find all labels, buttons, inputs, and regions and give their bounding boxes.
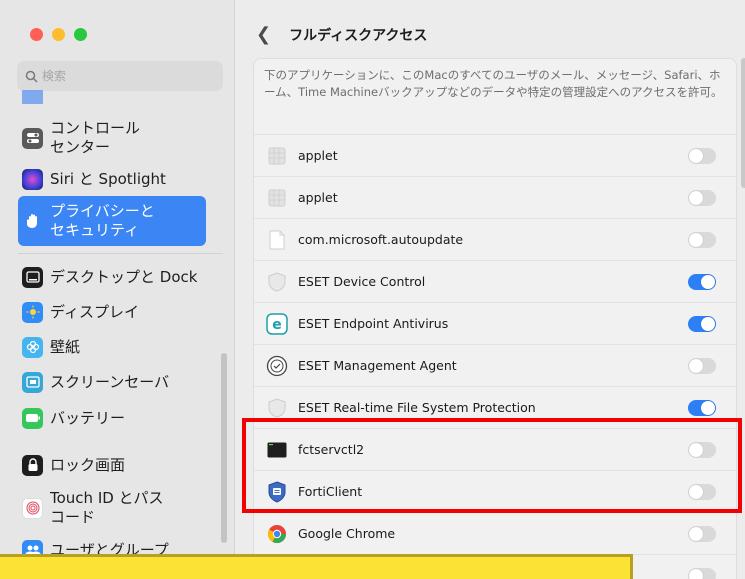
siri-icon — [22, 168, 43, 190]
sidebar-item-siri-spotlight[interactable]: Siri と Spotlight — [18, 166, 206, 192]
wallpaper-icon — [22, 336, 43, 358]
screensaver-icon — [22, 371, 43, 393]
content-scrollbar[interactable] — [741, 58, 745, 188]
sidebar-divider — [18, 253, 223, 254]
access-toggle[interactable] — [688, 568, 716, 579]
document-icon — [266, 229, 288, 251]
eset-agent-icon — [266, 355, 288, 377]
sidebar-item-screensaver[interactable]: スクリーンセーバ — [18, 369, 206, 395]
partial-icon — [22, 90, 43, 104]
description-text: 下のアプリケーションに、このMacのすべてのユーザのメール、メッセージ、Safa… — [254, 59, 736, 135]
eset-shield-icon — [266, 397, 288, 419]
fingerprint-icon — [22, 497, 43, 519]
sidebar-item-label: Siri と Spotlight — [50, 169, 166, 188]
sidebar-item-label: デスクトップと Dock — [50, 267, 198, 286]
app-name: com.microsoft.autoupdate — [298, 232, 464, 247]
app-name: ESET Endpoint Antivirus — [298, 316, 449, 331]
sidebar-item-battery[interactable]: バッテリー — [18, 405, 206, 431]
sidebar-item-label: ロック画面 — [50, 455, 126, 474]
app-name: ESET Management Agent — [298, 358, 457, 373]
sidebar: コントロール センター Siri と Spotlight プライバシーと セキュ… — [0, 0, 235, 579]
display-icon — [22, 301, 43, 323]
access-toggle[interactable] — [688, 274, 716, 290]
sidebar-item-wallpaper[interactable]: 壁紙 — [18, 334, 206, 360]
access-toggle[interactable] — [688, 190, 716, 206]
yellow-banner — [0, 554, 633, 579]
sidebar-item-lock-screen[interactable]: ロック画面 — [18, 452, 206, 478]
page-title: フルディスクアクセス — [289, 27, 428, 44]
sidebar-item-label: コントロール センター — [50, 119, 141, 156]
access-toggle[interactable] — [688, 400, 716, 416]
app-name: ESET Real-time File System Protection — [298, 400, 536, 415]
control-center-icon — [22, 127, 43, 149]
app-name: ESET Device Control — [298, 274, 426, 289]
access-toggle[interactable] — [688, 358, 716, 374]
hand-icon — [22, 210, 43, 232]
sidebar-item-display[interactable]: ディスプレイ — [18, 299, 206, 325]
app-name: applet — [298, 148, 338, 163]
app-row: Google Chrome — [254, 513, 736, 555]
applet-icon — [266, 187, 288, 209]
highlight-box — [242, 418, 742, 513]
close-window-button[interactable] — [30, 28, 43, 41]
svg-text:e: e — [272, 317, 282, 333]
app-row: com.microsoft.autoupdate — [254, 219, 736, 261]
chevron-left-icon[interactable]: ❮ — [256, 24, 271, 45]
sidebar-item-partial — [18, 90, 206, 104]
access-toggle[interactable] — [688, 316, 716, 332]
search-icon — [25, 70, 38, 83]
sidebar-item-label: プライバシーと セキュリティ — [50, 202, 155, 239]
sidebar-item-label: スクリーンセーバ — [50, 372, 170, 391]
app-name: Google Chrome — [298, 526, 396, 541]
sidebar-item-desktop-dock[interactable]: デスクトップと Dock — [18, 264, 206, 290]
sidebar-item-label: Touch ID とパス コード — [50, 489, 164, 526]
window-controls — [30, 28, 87, 41]
search-input[interactable] — [42, 69, 202, 83]
access-toggle[interactable] — [688, 526, 716, 542]
header: ❮ フルディスクアクセス — [256, 24, 427, 45]
access-toggle[interactable] — [688, 232, 716, 248]
sidebar-item-privacy-security[interactable]: プライバシーと セキュリティ — [18, 196, 206, 246]
search-box[interactable] — [17, 61, 223, 91]
sidebar-item-label: バッテリー — [50, 408, 126, 427]
app-row: e ESET Endpoint Antivirus — [254, 303, 736, 345]
access-toggle[interactable] — [688, 148, 716, 164]
sidebar-scrollbar[interactable] — [221, 353, 227, 543]
dock-icon — [22, 266, 43, 288]
sidebar-item-control-center[interactable]: コントロール センター — [18, 118, 206, 158]
chrome-icon — [266, 523, 288, 545]
sidebar-item-label: ディスプレイ — [50, 302, 139, 321]
app-row: applet — [254, 177, 736, 219]
app-row: applet — [254, 135, 736, 177]
sidebar-item-label: 壁紙 — [50, 337, 81, 356]
eset-shield-icon — [266, 271, 288, 293]
zoom-window-button[interactable] — [74, 28, 87, 41]
sidebar-item-touchid[interactable]: Touch ID とパス コード — [18, 488, 206, 528]
app-name: applet — [298, 190, 338, 205]
battery-icon — [22, 407, 43, 429]
app-row: ESET Device Control — [254, 261, 736, 303]
app-row: ESET Management Agent — [254, 345, 736, 387]
applet-icon — [266, 145, 288, 167]
minimize-window-button[interactable] — [52, 28, 65, 41]
lock-icon — [22, 454, 43, 476]
eset-e-icon: e — [266, 312, 288, 335]
